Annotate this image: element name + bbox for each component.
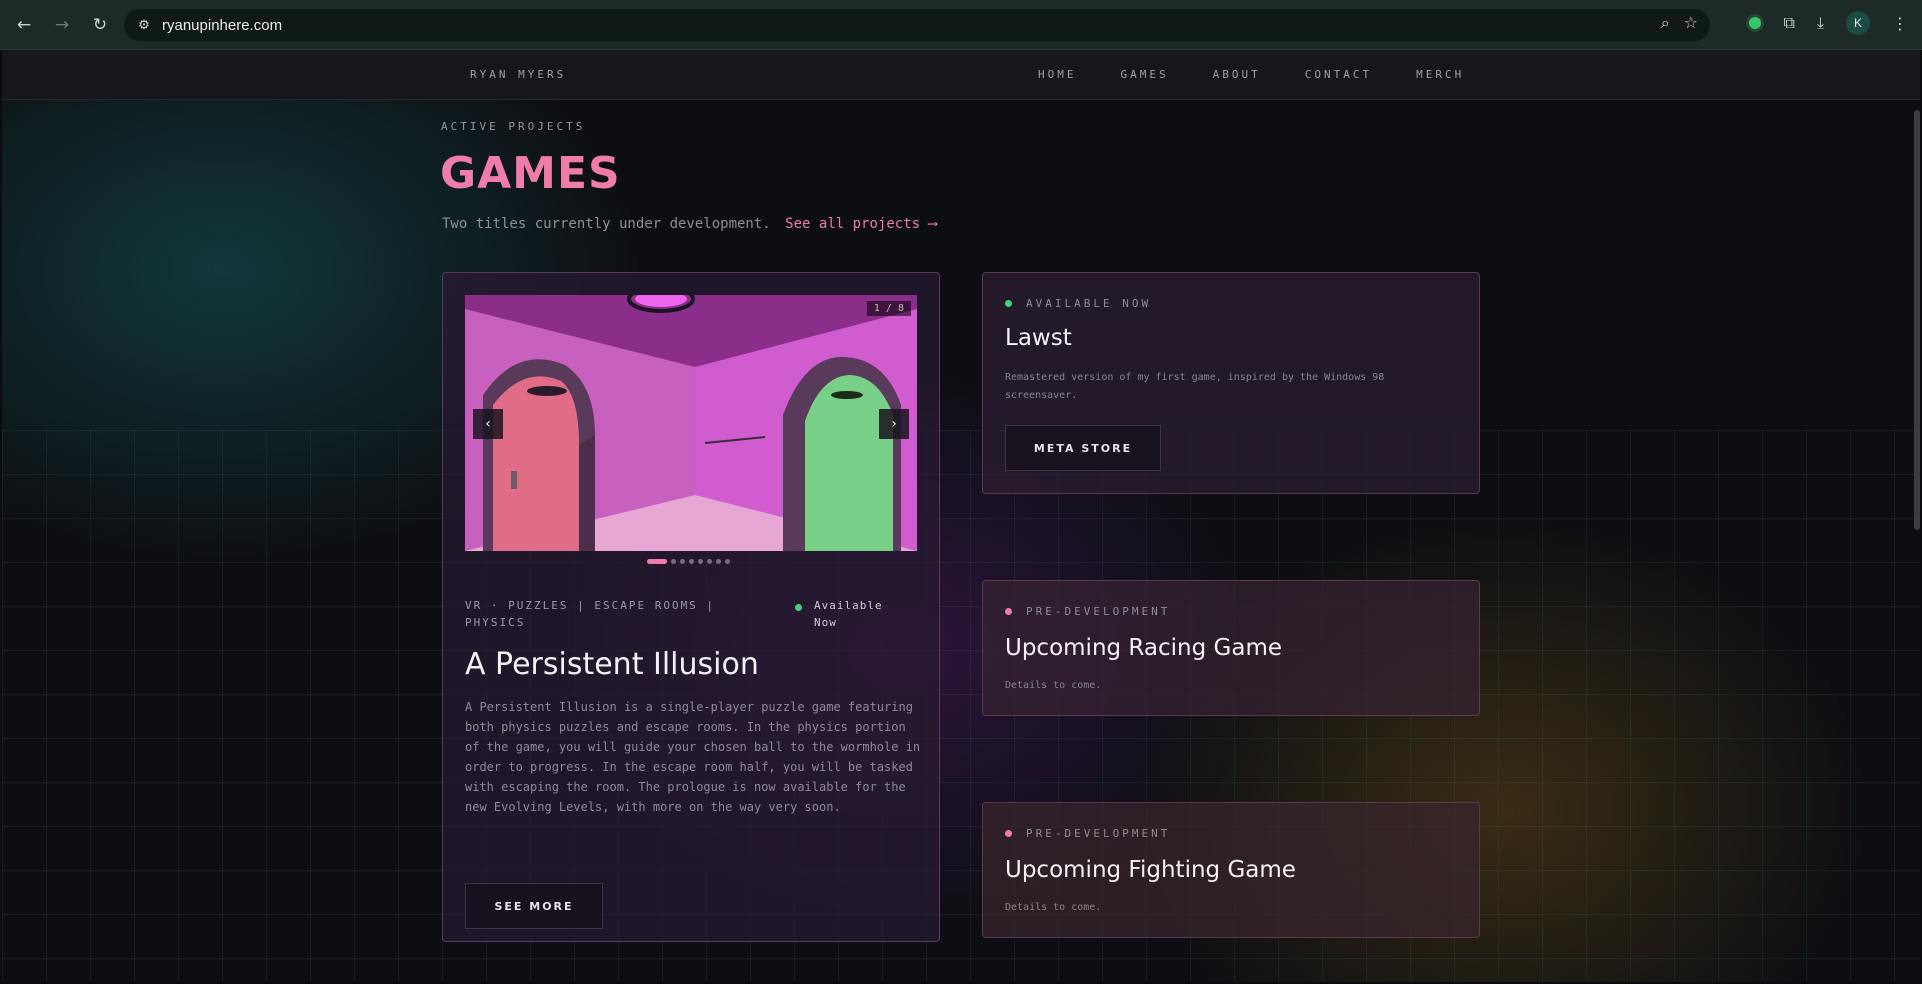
card-status: PRE-DEVELOPMENT xyxy=(1005,605,1170,618)
card-description: Details to come. xyxy=(1005,680,1102,691)
page-title: GAMES xyxy=(440,148,621,199)
see-more-button[interactable]: SEE MORE xyxy=(465,883,603,929)
meta-store-button[interactable]: META STORE xyxy=(1005,425,1161,471)
card-title: Upcoming Fighting Game xyxy=(1005,857,1296,883)
carousel-dot[interactable] xyxy=(671,559,676,564)
card-status-text: PRE-DEVELOPMENT xyxy=(1026,605,1171,618)
card-description: Details to come. xyxy=(1005,902,1102,913)
carousel-next-button[interactable]: › xyxy=(879,409,909,439)
site-header: RYAN MYERS HOME GAMES ABOUT CONTACT MERC… xyxy=(2,50,1920,100)
subtitle-text: Two titles currently under development. xyxy=(442,216,771,232)
nav-home[interactable]: HOME xyxy=(1038,68,1077,81)
carousel-dot[interactable] xyxy=(716,559,721,564)
carousel-dot[interactable] xyxy=(698,559,703,564)
status-dot-icon xyxy=(1005,830,1012,837)
address-bar-url[interactable]: ryanupinhere.com xyxy=(162,17,282,34)
status-dot-icon xyxy=(1005,300,1012,307)
carousel-dot[interactable] xyxy=(725,559,730,564)
card-status: AVAILABLE NOW xyxy=(1005,297,1151,310)
page-viewport: RYAN MYERS HOME GAMES ABOUT CONTACT MERC… xyxy=(2,50,1920,982)
carousel-dots xyxy=(647,559,730,564)
card-description: Remastered version of my first game, ins… xyxy=(1005,372,1385,401)
card-title: Lawst xyxy=(1005,325,1072,351)
carousel-dot[interactable] xyxy=(689,559,694,564)
nav-merch[interactable]: MERCH xyxy=(1416,68,1464,81)
extensions-puzzle-icon[interactable]: ⧉ xyxy=(1783,13,1794,33)
chevron-left-icon: ‹ xyxy=(485,416,491,432)
nav-about[interactable]: ABOUT xyxy=(1213,68,1261,81)
bookmark-star-icon[interactable]: ☆ xyxy=(1684,13,1698,33)
game-tags: VR · PUZZLES | ESCAPE ROOMS | PHYSICS xyxy=(465,599,716,629)
page-scrollbar[interactable] xyxy=(1914,110,1920,530)
game-description: A Persistent Illusion is a single-player… xyxy=(465,700,921,814)
card-status-text: AVAILABLE NOW xyxy=(1026,297,1152,310)
background-grid xyxy=(2,430,1920,982)
card-title: Upcoming Racing Game xyxy=(1005,635,1282,661)
game-title: A Persistent Illusion xyxy=(465,647,759,682)
game-screenshot-image xyxy=(465,295,917,551)
forward-arrow-icon[interactable]: → xyxy=(48,11,76,39)
site-nav: HOME GAMES ABOUT CONTACT MERCH xyxy=(1038,68,1508,81)
carousel-dot[interactable] xyxy=(647,559,667,564)
nav-contact[interactable]: CONTACT xyxy=(1305,68,1372,81)
address-bar[interactable]: ⚙ ryanupinhere.com ⌕ ☆ xyxy=(124,9,1710,41)
site-brand[interactable]: RYAN MYERS xyxy=(470,68,566,81)
nav-games[interactable]: GAMES xyxy=(1121,68,1169,81)
status-dot-icon xyxy=(1005,608,1012,615)
game-status: Available Now xyxy=(795,597,894,631)
more-menu-icon[interactable]: ⋮ xyxy=(1892,14,1908,33)
carousel-counter: 1 / 8 xyxy=(866,301,911,316)
carousel-dot[interactable] xyxy=(680,559,685,564)
site-settings-icon[interactable]: ⚙ xyxy=(134,15,154,35)
reload-icon[interactable]: ↻ xyxy=(86,11,114,39)
game-card-racing: PRE-DEVELOPMENT Upcoming Racing Game Det… xyxy=(982,580,1480,716)
screenshot-carousel: 1 / 8 ‹ › xyxy=(465,295,917,551)
profile-avatar[interactable]: K xyxy=(1846,11,1870,35)
zoom-icon[interactable]: ⌕ xyxy=(1661,13,1670,33)
status-dot-icon xyxy=(795,604,802,611)
back-arrow-icon[interactable]: ← xyxy=(10,11,38,39)
featured-game-card: 1 / 8 ‹ › VR · PUZZLES | ESCAPE ROOMS | … xyxy=(442,272,940,942)
download-icon[interactable]: ⤓ xyxy=(1817,13,1824,33)
section-subtitle: Two titles currently under development. … xyxy=(442,216,937,232)
see-all-projects-link[interactable]: See all projects ⟶ xyxy=(785,216,937,232)
card-status: PRE-DEVELOPMENT xyxy=(1005,827,1170,840)
carousel-dot[interactable] xyxy=(707,559,712,564)
card-status-text: PRE-DEVELOPMENT xyxy=(1026,827,1171,840)
extension-icon[interactable] xyxy=(1749,17,1762,29)
game-card-fighting: PRE-DEVELOPMENT Upcoming Fighting Game D… xyxy=(982,802,1480,938)
browser-toolbar: ← → ↻ ⚙ ryanupinhere.com ⌕ ☆ ⧉ ⤓ K ⋮ xyxy=(0,0,1922,50)
section-eyebrow: ACTIVE PROJECTS xyxy=(441,120,586,133)
status-text: Available Now xyxy=(814,599,883,629)
carousel-prev-button[interactable]: ‹ xyxy=(473,409,503,439)
chevron-right-icon: › xyxy=(891,416,897,432)
game-card-lawst: AVAILABLE NOW Lawst Remastered version o… xyxy=(982,272,1480,494)
